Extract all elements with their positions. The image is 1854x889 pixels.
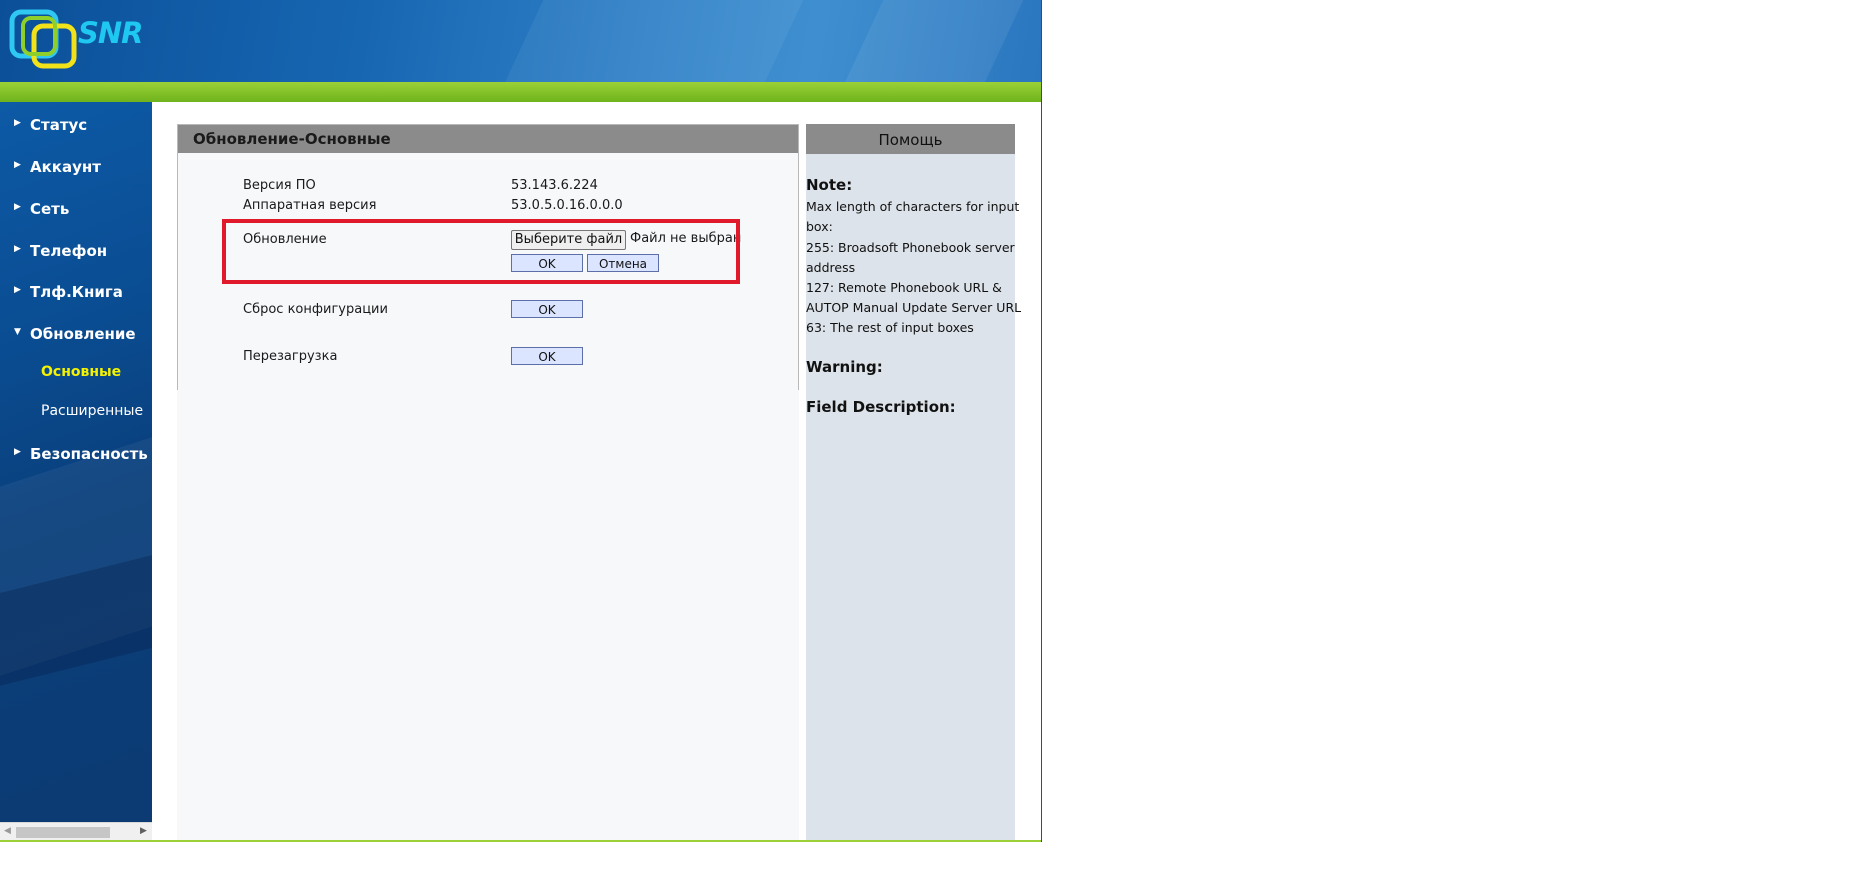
logo-text: SNR [78,16,143,50]
help-note-line: 127: Remote Phonebook URL & [806,280,1002,295]
hardware-version-label: Аппаратная версия [243,198,377,213]
scroll-left-icon[interactable]: ◀ [4,826,11,836]
bottom-border [0,840,1041,842]
sidebar-item-upgrade[interactable]: ▼ Обновление [0,321,152,351]
help-panel: Помощь Note: Max length of characters fo… [806,124,1021,840]
reset-config-ok-button[interactable]: OK [511,300,583,318]
help-note-line: box: [806,219,833,234]
scroll-right-icon[interactable]: ▶ [140,826,147,836]
sidebar-item-label: Безопасность [30,445,148,463]
header-sheen [818,0,1041,82]
firmware-version-label: Версия ПО [243,178,316,193]
help-note-line: Max length of characters for input [806,199,1020,214]
sidebar-item-network[interactable]: ▶ Сеть [0,196,152,226]
help-title: Помощь [878,131,943,149]
scrollbar-thumb[interactable] [16,827,110,838]
sidebar-item-label: Телефон [30,242,108,260]
panel-background [177,390,799,840]
sidebar-item-phone[interactable]: ▶ Телефон [0,238,152,268]
horizontal-scrollbar[interactable]: ◀ ▶ [0,822,152,841]
sidebar-item-label: Аккаунт [30,158,101,176]
triangle-right-icon: ▶ [14,447,21,457]
hardware-version-value: 53.0.5.0.16.0.0.0 [511,198,623,213]
panel-header: Обновление-Основные [178,125,798,153]
sidebar-subitem-basic[interactable]: Основные [41,364,121,388]
sidebar-item-label: Сеть [30,200,70,218]
help-note-line: address [806,260,856,275]
sidebar-item-label: Тлф.Книга [30,283,123,301]
triangle-right-icon: ▶ [14,118,21,128]
triangle-right-icon: ▶ [14,160,21,170]
green-divider-bar [0,82,1041,102]
triangle-right-icon: ▶ [14,244,21,254]
sidebar-item-label: Статус [30,116,88,134]
page-title: Обновление-Основные [193,130,391,148]
help-field-description-title: Field Description: [806,398,956,416]
help-header: Помощь [806,124,1015,154]
sidebar-item-phonebook[interactable]: ▶ Тлф.Книга [0,279,152,309]
reboot-label: Перезагрузка [243,349,338,364]
sidebar-item-security[interactable]: ▶ Безопасность [0,441,152,471]
help-note-line: AUTOP Manual Update Server URL [806,300,1022,315]
sidebar-item-status[interactable]: ▶ Статус [0,112,152,142]
sidebar-subitem-advanced[interactable]: Расширенные [41,403,143,427]
help-note-title: Note: [806,176,853,194]
sidebar-item-label: Обновление [30,325,136,343]
browser-viewport: SNR ▶ Статус ▶ Аккаунт ▶ Сеть ▶ Телефон … [0,0,1042,842]
reset-config-label: Сброс конфигурации [243,302,388,317]
help-note-line: 63: The rest of input boxes [806,320,974,335]
sidebar: ▶ Статус ▶ Аккаунт ▶ Сеть ▶ Телефон ▶ Тл… [0,102,152,842]
highlight-box [222,219,740,284]
reboot-ok-button[interactable]: OK [511,347,583,365]
triangle-right-icon: ▶ [14,285,21,295]
sidebar-item-account[interactable]: ▶ Аккаунт [0,154,152,184]
triangle-right-icon: ▶ [14,202,21,212]
help-warning-title: Warning: [806,358,883,376]
header-sheen [478,0,822,82]
triangle-down-icon: ▼ [14,327,21,337]
header-banner: SNR [0,0,1041,82]
firmware-version-value: 53.143.6.224 [511,178,598,193]
help-note-line: 255: Broadsoft Phonebook server [806,240,1015,255]
